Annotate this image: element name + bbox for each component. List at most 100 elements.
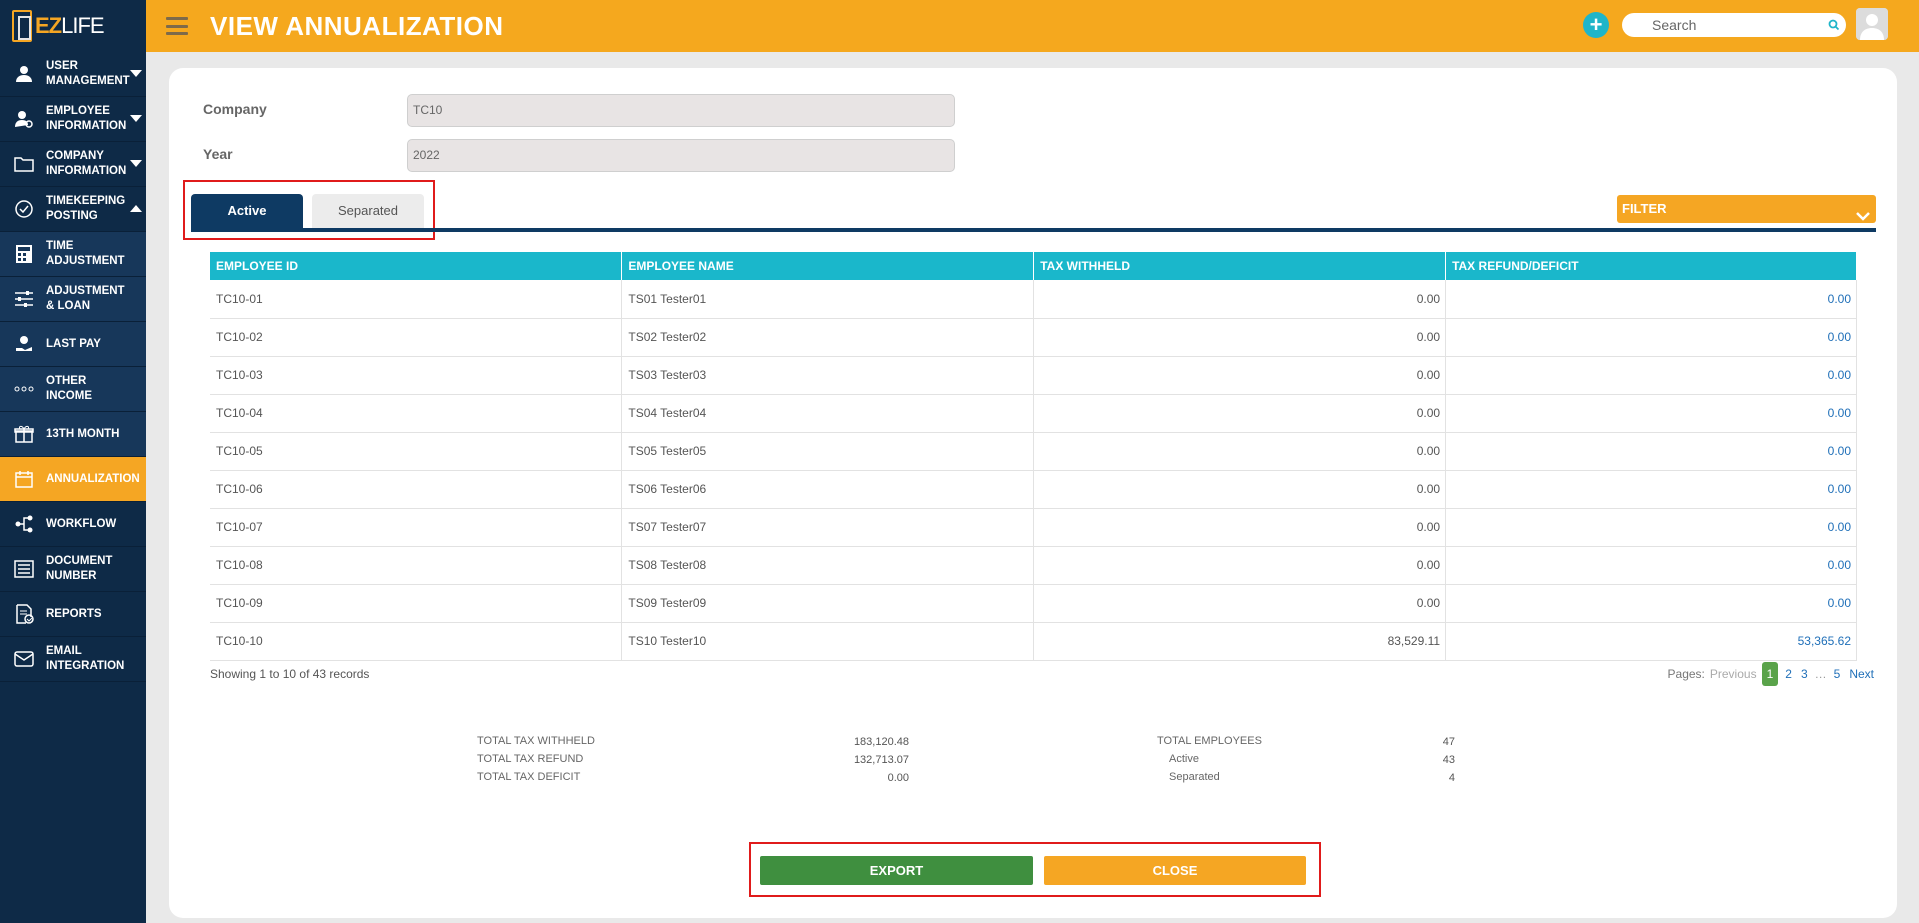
tax-withheld-cell: 0.00 [1033, 356, 1447, 395]
sidebar-item-email-integration[interactable]: EMAIL INTEGRATION [0, 637, 146, 682]
pagination-page-1[interactable]: 1 [1761, 662, 1779, 686]
tax-withheld-cell: 0.00 [1033, 280, 1447, 319]
caret-down-icon [130, 70, 142, 77]
annualization-table: EMPLOYEE ID EMPLOYEE NAME TAX WITHHELD T… [210, 252, 1857, 661]
employee-id-cell: TC10-10 [210, 622, 623, 661]
employee-id-cell: TC10-01 [210, 280, 623, 319]
tax-refund-link[interactable]: 0.00 [1445, 394, 1857, 433]
employee-name-cell: TS07 Tester07 [621, 508, 1035, 547]
sidebar-item-annualization[interactable]: ANNUALIZATION [0, 457, 146, 502]
main-card: Company TC10 Year 2022 Active Separated … [169, 68, 1897, 918]
tax-withheld-cell: 0.00 [1033, 432, 1447, 471]
sidebar-item-13th-month[interactable]: 13TH MONTH [0, 412, 146, 457]
sidebar-item-label: TIMEKEEPING POSTING [46, 195, 126, 222]
tax-refund-link[interactable]: 0.00 [1445, 318, 1857, 357]
employee-name-cell: TS09 Tester09 [621, 584, 1035, 623]
search-input[interactable] [1622, 13, 1812, 37]
tax-refund-link[interactable]: 0.00 [1445, 546, 1857, 585]
filter-button[interactable]: FILTER [1617, 195, 1876, 223]
pagination-previous[interactable]: Previous [1710, 667, 1757, 681]
folder-icon [12, 152, 36, 176]
sidebar-item-label: EMPLOYEE INFORMATION [46, 105, 127, 132]
tax-refund-link[interactable]: 0.00 [1445, 280, 1857, 319]
column-header[interactable]: EMPLOYEE NAME [621, 252, 1035, 280]
sidebar-item-document-number[interactable]: DOCUMENT NUMBER [0, 547, 146, 592]
employee-name-cell: TS08 Tester08 [621, 546, 1035, 585]
hamburger-menu-icon[interactable] [166, 17, 188, 35]
company-label: Company [203, 101, 267, 117]
app-logo[interactable]: EZ LIFE [0, 0, 146, 52]
check-circle-icon [12, 197, 36, 221]
sidebar-item-label: EMAIL INTEGRATION [46, 645, 125, 672]
table-row[interactable]: TC10-09 TS09 Tester09 0.00 0.00 [210, 584, 1857, 623]
tax-refund-link[interactable]: 0.00 [1445, 432, 1857, 471]
records-info: Showing 1 to 10 of 43 records [210, 667, 370, 681]
sidebar-item-time-adjustment[interactable]: TIME ADJUSTMENT [0, 232, 146, 277]
employee-name-cell: TS03 Tester03 [621, 356, 1035, 395]
table-row[interactable]: TC10-08 TS08 Tester08 0.00 0.00 [210, 546, 1857, 585]
total-employees-label: TOTAL EMPLOYEES [1157, 735, 1262, 747]
sidebar-item-label: COMPANY INFORMATION [46, 150, 127, 177]
sidebar-item-user-management[interactable]: USER MANAGEMENT [0, 52, 146, 97]
tax-refund-link[interactable]: 0.00 [1445, 584, 1857, 623]
pagination-page-3[interactable]: 3 [1799, 667, 1810, 681]
mail-icon [12, 647, 36, 671]
flow-icon [12, 512, 36, 536]
table-row[interactable]: TC10-05 TS05 Tester05 0.00 0.00 [210, 432, 1857, 471]
tax-withheld-cell: 0.00 [1033, 546, 1447, 585]
employee-id-cell: TC10-06 [210, 470, 623, 509]
table-row[interactable]: TC10-02 TS02 Tester02 0.00 0.00 [210, 318, 1857, 357]
gift-icon [12, 422, 36, 446]
sidebar-item-last-pay[interactable]: LAST PAY [0, 322, 146, 367]
employee-id-cell: TC10-08 [210, 546, 623, 585]
search-icon[interactable] [1828, 18, 1840, 36]
table-row[interactable]: TC10-03 TS03 Tester03 0.00 0.00 [210, 356, 1857, 395]
report-icon [12, 602, 36, 626]
employee-icon [12, 107, 36, 131]
pagination-page-2[interactable]: 2 [1783, 667, 1794, 681]
add-button[interactable]: + [1583, 12, 1609, 38]
sidebar-item-timekeeping-posting[interactable]: TIMEKEEPING POSTING [0, 187, 146, 232]
employee-name-cell: TS04 Tester04 [621, 394, 1035, 433]
pagination-page-5[interactable]: 5 [1832, 667, 1843, 681]
company-field: TC10 [407, 94, 955, 127]
sidebar-item-company-information[interactable]: COMPANY INFORMATION [0, 142, 146, 187]
employee-name-cell: TS01 Tester01 [621, 280, 1035, 319]
table-row[interactable]: TC10-07 TS07 Tester07 0.00 0.00 [210, 508, 1857, 547]
employee-id-cell: TC10-04 [210, 394, 623, 433]
tax-refund-link[interactable]: 53,365.62 [1445, 622, 1857, 661]
tax-refund-link[interactable]: 0.00 [1445, 356, 1857, 395]
column-header[interactable]: TAX WITHHELD [1033, 252, 1447, 280]
tab-underline [191, 228, 1876, 232]
sidebar-item-label: ADJUSTMENT & LOAN [46, 285, 125, 312]
sidebar-item-workflow[interactable]: WORKFLOW [0, 502, 146, 547]
sidebar-item-label: 13TH MONTH [46, 427, 120, 440]
sidebar-item-reports[interactable]: REPORTS [0, 592, 146, 637]
pages-label: Pages: [1667, 667, 1705, 681]
tax-refund-link[interactable]: 0.00 [1445, 508, 1857, 547]
sidebar-item-label: OTHER INCOME [46, 375, 92, 402]
pagination-next[interactable]: Next [1847, 667, 1876, 681]
logo-mark-icon [12, 10, 32, 42]
table-row[interactable]: TC10-04 TS04 Tester04 0.00 0.00 [210, 394, 1857, 433]
column-header[interactable]: EMPLOYEE ID [210, 252, 623, 280]
sidebar-item-adjustment-loan[interactable]: ADJUSTMENT & LOAN [0, 277, 146, 322]
export-button[interactable]: EXPORT [760, 856, 1033, 885]
column-header[interactable]: TAX REFUND/DEFICIT [1445, 252, 1857, 280]
total-tax-withheld-value: 183,120.48 [853, 736, 909, 748]
table-row[interactable]: TC10-06 TS06 Tester06 0.00 0.00 [210, 470, 1857, 509]
employee-id-cell: TC10-03 [210, 356, 623, 395]
total-tax-refund-label: TOTAL TAX REFUND [477, 753, 584, 765]
table-row[interactable]: TC10-01 TS01 Tester01 0.00 0.00 [210, 280, 1857, 319]
table-header-row: EMPLOYEE ID EMPLOYEE NAME TAX WITHHELD T… [210, 252, 1857, 280]
separated-count-value: 4 [1448, 772, 1455, 784]
table-row[interactable]: TC10-10 TS10 Tester10 83,529.11 53,365.62 [210, 622, 1857, 661]
avatar[interactable] [1856, 8, 1888, 40]
sidebar-item-other-income[interactable]: OTHER INCOME [0, 367, 146, 412]
close-button[interactable]: CLOSE [1044, 856, 1306, 885]
sidebar-item-employee-information[interactable]: EMPLOYEE INFORMATION [0, 97, 146, 142]
separated-count-label: Separated [1169, 771, 1220, 783]
employee-name-cell: TS06 Tester06 [621, 470, 1035, 509]
tax-refund-link[interactable]: 0.00 [1445, 470, 1857, 509]
search-box [1622, 13, 1846, 37]
